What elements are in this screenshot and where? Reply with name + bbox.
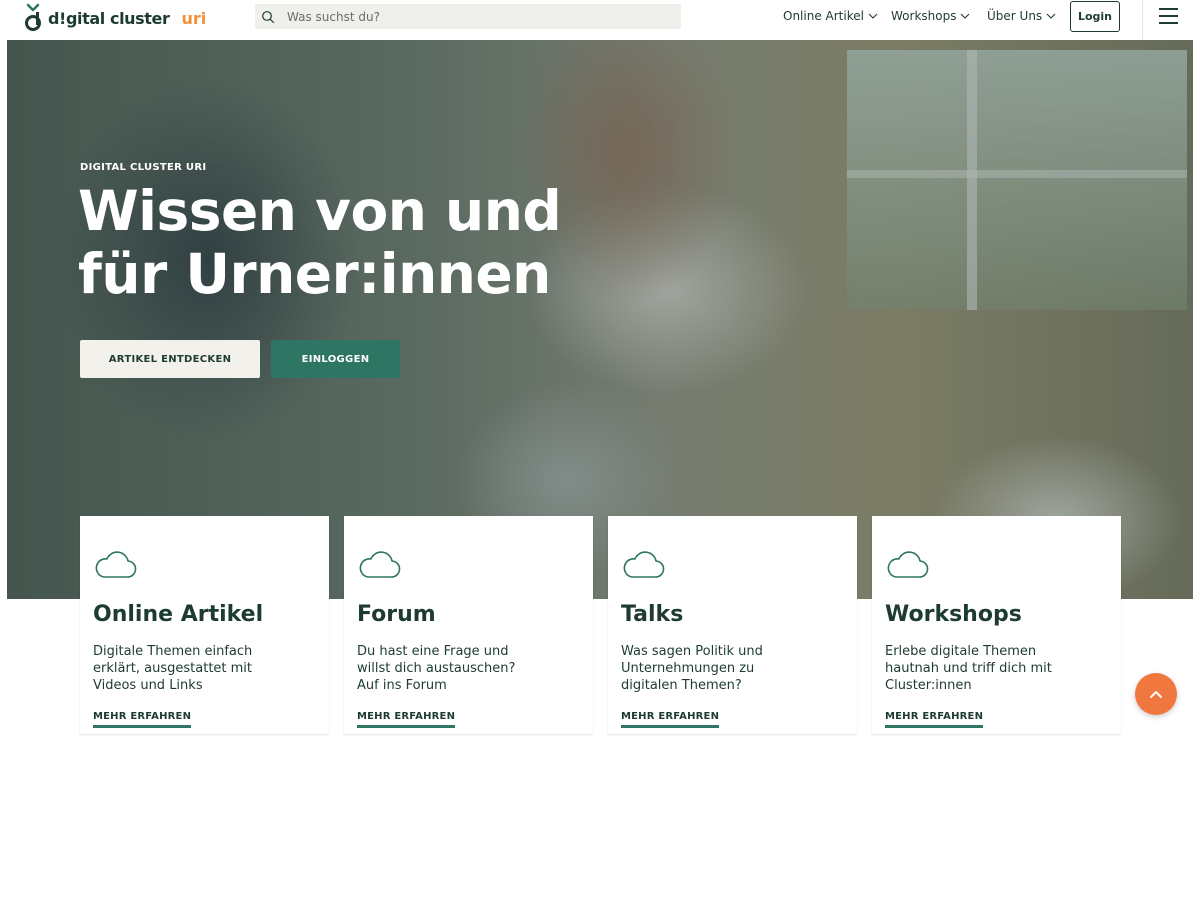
card-title: Forum <box>357 602 436 627</box>
card-description: Erlebe digitale Themen hautnah und triff… <box>885 644 1052 693</box>
feature-card-talks[interactable]: Talks Was sagen Politik und Unternehmung… <box>608 516 857 734</box>
search-bar[interactable] <box>255 4 681 29</box>
learn-more-link[interactable]: MEHR ERFAHREN <box>885 711 984 728</box>
hamburger-menu-icon[interactable] <box>1159 8 1178 24</box>
nav-item-label: Über Uns <box>987 9 1043 23</box>
cloud-icon <box>887 551 929 578</box>
feature-card-forum[interactable]: Forum Du hast eine Frage und willst dich… <box>344 516 593 734</box>
chevron-down-icon <box>868 13 878 19</box>
card-description: Du hast eine Frage und willst dich austa… <box>357 644 516 693</box>
brand-logo[interactable]: d!gital cluster uri <box>24 2 206 34</box>
card-title: Talks <box>621 602 684 627</box>
learn-more-link[interactable]: MEHR ERFAHREN <box>621 711 720 728</box>
login-cta-button[interactable]: EINLOGGEN <box>271 340 400 378</box>
card-description: Digitale Themen einfach erklärt, ausgest… <box>93 644 253 693</box>
back-to-top-button[interactable] <box>1135 673 1177 715</box>
feature-card-online-artikel[interactable]: Online Artikel Digitale Themen einfach e… <box>80 516 329 734</box>
chevron-up-icon <box>1150 691 1162 698</box>
logo-mark-icon <box>25 3 41 31</box>
discover-articles-button[interactable]: ARTIKEL ENTDECKEN <box>80 340 260 378</box>
learn-more-link[interactable]: MEHR ERFAHREN <box>93 711 192 728</box>
cloud-icon <box>95 551 137 578</box>
feature-card-workshops[interactable]: Workshops Erlebe digitale Themen hautnah… <box>872 516 1121 734</box>
hero-eyebrow: DIGITAL CLUSTER URI <box>80 162 207 173</box>
nav-item-online-artikel[interactable]: Online Artikel <box>783 9 878 23</box>
chevron-down-icon <box>961 13 970 19</box>
card-description: Was sagen Politik und Unternehmungen zu … <box>621 644 763 693</box>
learn-more-link[interactable]: MEHR ERFAHREN <box>357 711 456 728</box>
site-header: d!gital cluster uri Online Artikel Works… <box>0 0 1200 40</box>
search-icon <box>262 10 275 23</box>
nav-item-label: Workshops <box>891 9 957 23</box>
search-input[interactable] <box>287 9 667 24</box>
cloud-icon <box>623 551 665 578</box>
hero-title: Wissen von und für Urner:innen <box>78 179 562 306</box>
chevron-down-icon <box>1046 13 1056 19</box>
card-title: Online Artikel <box>93 602 264 627</box>
nav-item-label: Online Artikel <box>783 9 864 23</box>
brand-name: d!gital cluster <box>48 8 170 28</box>
cloud-icon <box>359 551 401 578</box>
brand-accent: uri <box>181 8 207 28</box>
card-title: Workshops <box>885 602 1022 627</box>
header-divider <box>1142 0 1143 40</box>
nav-item-workshops[interactable]: Workshops <box>891 9 970 23</box>
login-button[interactable]: Login <box>1070 1 1120 32</box>
nav-item-ueber-uns[interactable]: Über Uns <box>987 9 1056 23</box>
